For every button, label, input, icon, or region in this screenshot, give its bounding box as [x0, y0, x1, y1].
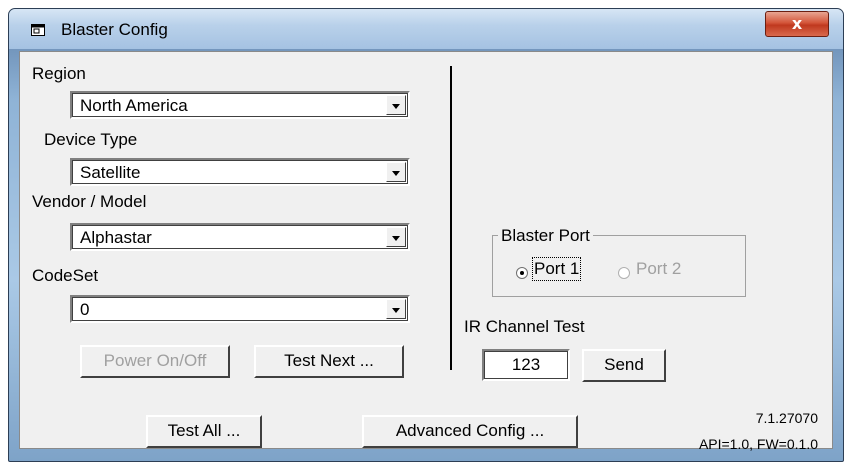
- device-type-value: Satellite: [80, 163, 141, 182]
- window-title: Blaster Config: [61, 20, 168, 39]
- advanced-config-button[interactable]: Advanced Config ...: [362, 415, 578, 448]
- ir-channel-input[interactable]: 123: [482, 349, 570, 381]
- codeset-value: 0: [80, 300, 90, 319]
- power-on-off-button[interactable]: Power On/Off: [80, 345, 230, 378]
- blaster-port-title: Blaster Port: [498, 226, 593, 246]
- codeset-label: CodeSet: [32, 266, 99, 285]
- chevron-down-icon[interactable]: [386, 227, 406, 247]
- ir-channel-test-label: IR Channel Test: [464, 317, 585, 336]
- region-dropdown[interactable]: North America: [70, 91, 410, 119]
- dialog-client-area: Region North America Device Type Satelli…: [19, 51, 833, 452]
- device-type-label: Device Type: [44, 130, 138, 149]
- port-1-radio-icon[interactable]: [516, 267, 528, 279]
- test-all-button[interactable]: Test All ...: [146, 415, 262, 448]
- chevron-down-icon[interactable]: [386, 162, 406, 182]
- port-1-label[interactable]: Port 1: [531, 257, 582, 281]
- send-button[interactable]: Send: [582, 349, 666, 382]
- chevron-down-icon[interactable]: [386, 95, 406, 115]
- version-text: 7.1.27070: [755, 410, 818, 426]
- device-type-dropdown[interactable]: Satellite: [70, 158, 410, 186]
- blaster-config-window: Blaster Config x Region North America De…: [8, 8, 844, 462]
- window-app-icon: [31, 24, 45, 36]
- vendor-model-dropdown[interactable]: Alphastar: [70, 223, 410, 251]
- port-2-radio-icon[interactable]: [618, 267, 630, 279]
- vendor-model-value: Alphastar: [80, 228, 152, 247]
- region-label: Region: [32, 64, 86, 83]
- title-bar[interactable]: Blaster Config x: [9, 9, 843, 49]
- codeset-dropdown[interactable]: 0: [70, 295, 410, 323]
- close-button[interactable]: x: [765, 11, 829, 37]
- api-fw-text: API=1.0, FW=0.1.0: [698, 436, 818, 452]
- test-next-button[interactable]: Test Next ...: [254, 345, 404, 378]
- port-2-label[interactable]: Port 2: [636, 259, 681, 279]
- region-value: North America: [80, 96, 188, 115]
- vertical-divider: [450, 66, 452, 370]
- vendor-model-label: Vendor / Model: [32, 192, 147, 211]
- chevron-down-icon[interactable]: [386, 299, 406, 319]
